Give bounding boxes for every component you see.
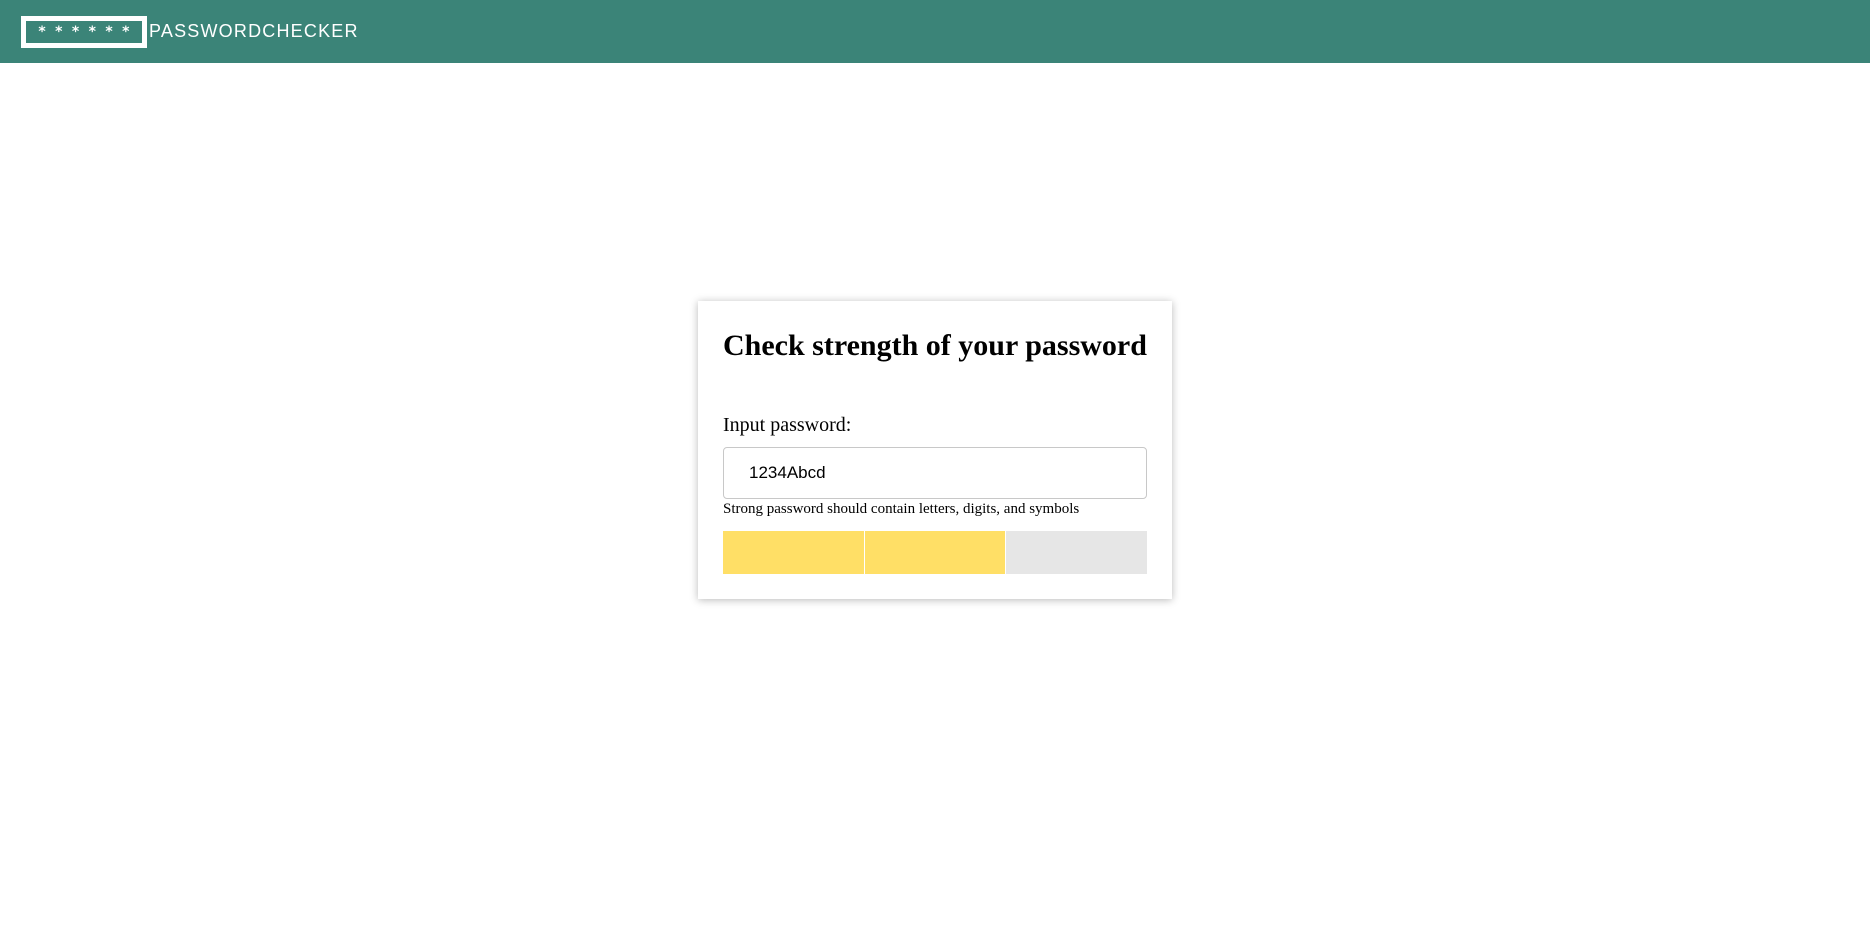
strength-segment-1 (723, 531, 864, 574)
asterisk-icon: * (55, 23, 63, 40)
asterisk-icon: * (38, 23, 46, 40)
password-hint: Strong password should contain letters, … (723, 501, 1080, 517)
asterisk-icon: * (105, 23, 113, 40)
password-mask-logo-icon: * * * * * * (21, 15, 147, 48)
strength-segment-2 (864, 531, 1006, 574)
top-navbar: * * * * * * PASSWORDCHECKER (0, 0, 1870, 63)
brand-name: PASSWORDCHECKER (149, 21, 359, 41)
asterisk-icon: * (88, 23, 96, 40)
password-check-card: Check strength of your password Input pa… (698, 301, 1172, 599)
strength-meter (723, 531, 1148, 574)
password-label: Input password: (723, 414, 852, 436)
asterisk-icon: * (71, 23, 80, 40)
logo-link[interactable]: * * * * * * PASSWORDCHECKER (21, 15, 359, 48)
card-title: Check strength of your password (723, 329, 1147, 362)
strength-segment-3 (1006, 531, 1148, 574)
password-input[interactable] (723, 447, 1147, 499)
asterisk-icon: * (122, 23, 130, 40)
